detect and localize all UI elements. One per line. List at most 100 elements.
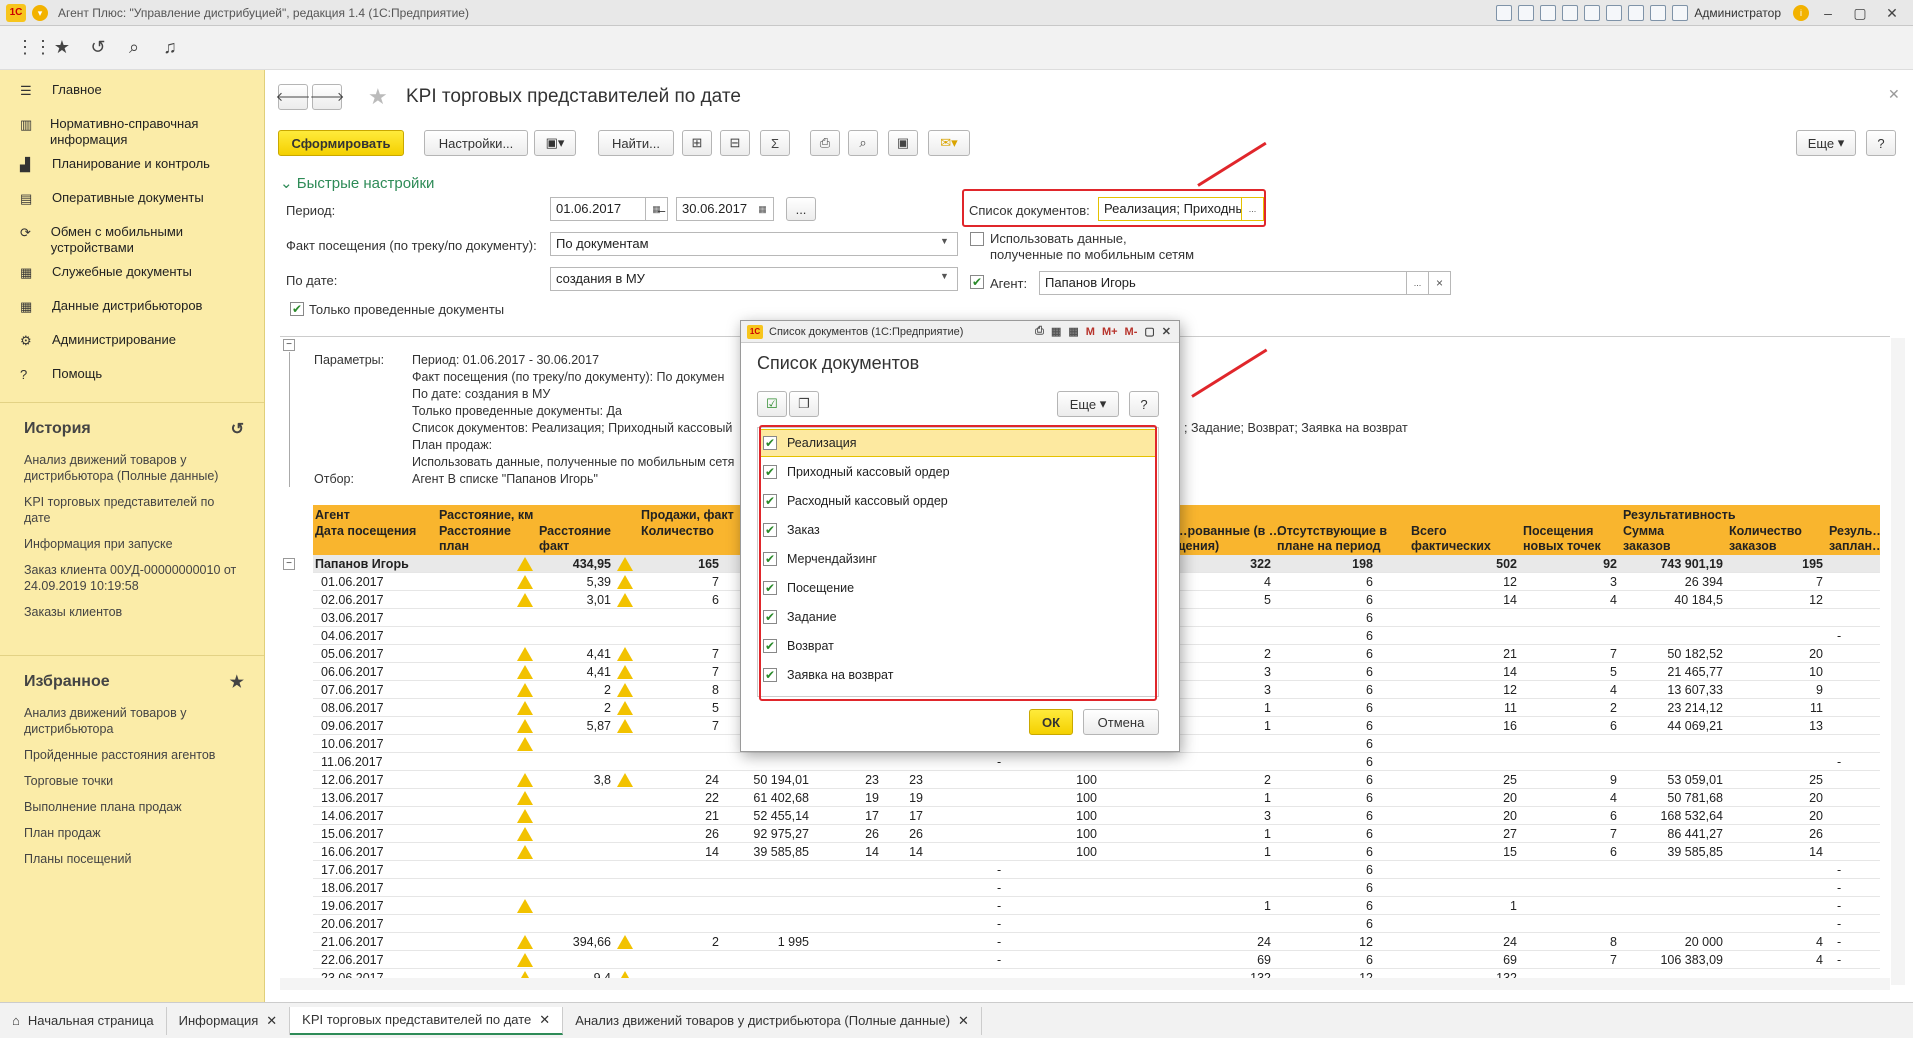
history-link[interactable]: Заказ клиента 00УД-00000000010 от 24.09.… <box>0 557 264 599</box>
history-icon[interactable]: ↺ <box>88 37 108 58</box>
history-link[interactable]: Информация при запуске <box>0 531 264 557</box>
memory-plus-button[interactable]: M+ <box>1102 326 1118 338</box>
table-row[interactable]: 17.06.2017 - 6 - <box>313 861 1880 879</box>
period-select-button[interactable]: ... <box>786 197 816 221</box>
vertical-scrollbar[interactable] <box>1891 338 1905 985</box>
agent-clear-button[interactable]: × <box>1429 271 1451 295</box>
ok-button[interactable]: ОК <box>1029 709 1073 735</box>
sidebar-item-distributors[interactable]: ▦ Данные дистрибьюторов <box>0 294 264 328</box>
close-icon[interactable]: ✕ <box>539 1012 550 1028</box>
sum-button[interactable]: Σ <box>760 130 790 156</box>
help-button[interactable]: ? <box>1866 130 1896 156</box>
agent-select-button[interactable]: ... <box>1407 271 1429 295</box>
mail-icon[interactable] <box>1584 5 1601 21</box>
generate-button[interactable]: Сформировать <box>278 130 404 156</box>
favorite-link[interactable]: Пройденные расстояния агентов <box>0 742 264 768</box>
cancel-button[interactable]: Отмена <box>1083 709 1159 735</box>
uncheck-all-button[interactable]: ❐ <box>789 391 819 417</box>
collapse-groups-button[interactable]: ⊟ <box>720 130 750 156</box>
favorites-star-icon[interactable]: ★ <box>230 672 244 692</box>
maximize-icon[interactable]: ▢ <box>1847 3 1873 23</box>
apps-grid-icon[interactable]: ⋮⋮ <box>16 37 52 58</box>
tab-analysis[interactable]: Анализ движений товаров у дистрибьютора … <box>563 1006 982 1035</box>
panel-icon[interactable] <box>1672 5 1689 21</box>
close-window-icon[interactable]: ✕ <box>1879 3 1905 23</box>
table-row[interactable]: 21.06.2017 394,66 2 1 995-24 12 24 8 20 000 4- <box>313 933 1880 951</box>
table-row[interactable]: 22.06.2017-69 6 69 7 106 383,09 4- <box>313 951 1880 969</box>
close-form-icon[interactable]: ✕ <box>1888 86 1900 103</box>
print-button[interactable]: ⎙ <box>810 130 840 156</box>
memory-minus-button[interactable]: M- <box>1125 326 1138 338</box>
print-icon[interactable] <box>1518 5 1535 21</box>
calendar-icon[interactable]: ▦ <box>752 197 774 221</box>
agent-input[interactable]: Папанов Игорь <box>1039 271 1407 295</box>
history-link[interactable]: Анализ движений товаров у дистрибьютора … <box>0 447 264 489</box>
variant-button[interactable]: ▣▾ <box>534 130 576 156</box>
tab-home[interactable]: ⌂ Начальная страница <box>0 1006 167 1035</box>
close-icon[interactable]: ✕ <box>266 1013 277 1029</box>
preview-button[interactable]: ⌕ <box>848 130 878 156</box>
posted-only-checkbox[interactable]: ✔ <box>290 302 304 316</box>
sidebar-item-service[interactable]: ▦ Служебные документы <box>0 260 264 294</box>
main-menu-icon[interactable]: ▾ <box>32 4 48 21</box>
zoom-icon[interactable] <box>1650 5 1667 21</box>
save-button[interactable]: ▣ <box>888 130 918 156</box>
quick-settings-title[interactable]: ⌄ Быстрые настройки <box>280 174 434 192</box>
find-button[interactable]: Найти... <box>598 130 674 156</box>
collapse-icon[interactable]: − <box>283 558 295 570</box>
chevron-down-icon[interactable]: ▼ <box>940 271 949 281</box>
calculator-icon[interactable] <box>1606 5 1623 21</box>
table-row[interactable]: 19.06.2017 - 1 6 1 - <box>313 897 1880 915</box>
back-button[interactable]: 🡐 <box>276 84 310 110</box>
visit-fact-select[interactable]: По документам <box>550 232 958 256</box>
sidebar-item-operational[interactable]: ▤ Оперативные документы <box>0 186 264 220</box>
tab-info[interactable]: Информация ✕ <box>167 1006 291 1035</box>
table-row[interactable]: 13.06.2017 22 61 402,68 19 19 100 1 6 20 4 50 781,… <box>313 789 1880 807</box>
sidebar-item-planning[interactable]: ▟ Планирование и контроль <box>0 152 264 186</box>
table-row[interactable]: 15.06.2017 26 92 975,27 26 26 100 1 6 27 7 86 441,… <box>313 825 1880 843</box>
preview-icon[interactable] <box>1540 5 1557 21</box>
settings-button[interactable]: Настройки... <box>424 130 528 156</box>
table-row[interactable]: 16.06.2017 14 39 585,85 14 14 100 1 6 15 6 39 585,… <box>313 843 1880 861</box>
history-link[interactable]: KPI торговых представителей по дате <box>0 489 264 531</box>
dialog-help-button[interactable]: ? <box>1129 391 1159 417</box>
horizontal-scrollbar[interactable] <box>280 978 1890 990</box>
calendar-icon[interactable] <box>1628 5 1645 21</box>
table-row[interactable]: 20.06.2017 - 6 - <box>313 915 1880 933</box>
mobile-data-checkbox[interactable] <box>970 232 984 246</box>
search-icon[interactable]: ⌕ <box>124 37 144 58</box>
forward-button[interactable]: 🡒 <box>310 84 344 110</box>
history-link[interactable]: Заказы клиентов <box>0 599 264 625</box>
collapse-icon[interactable]: − <box>283 339 295 351</box>
table-row[interactable]: 11.06.2017 - 6 - <box>313 753 1880 771</box>
calendar-icon[interactable]: ▦ <box>1068 325 1078 338</box>
memory-button[interactable]: M <box>1086 326 1095 338</box>
more-button[interactable]: Еще ▾ <box>1796 130 1856 156</box>
close-icon[interactable]: ✕ <box>958 1013 969 1029</box>
sidebar-item-main[interactable]: ☰ Главное <box>0 78 264 112</box>
tab-kpi[interactable]: KPI торговых представителей по дате ✕ <box>290 1006 564 1035</box>
table-row[interactable]: 14.06.2017 21 52 455,14 17 17 100 3 6 20 6 168 532… <box>313 807 1880 825</box>
close-icon[interactable]: ✕ <box>1162 325 1171 338</box>
info-icon[interactable]: i <box>1793 5 1809 21</box>
favorite-link[interactable]: План продаж <box>0 820 264 846</box>
send-button[interactable]: ✉▾ <box>928 130 970 156</box>
dialog-more-button[interactable]: Еще ▾ <box>1057 391 1119 417</box>
sidebar-item-help[interactable]: ? Помощь <box>0 362 264 396</box>
agent-checkbox[interactable]: ✔ <box>970 275 984 289</box>
bell-icon[interactable]: ♫ <box>160 37 180 58</box>
expand-groups-button[interactable]: ⊞ <box>682 130 712 156</box>
date-from-input[interactable]: 01.06.2017 <box>550 197 646 221</box>
user-name[interactable]: Администратор <box>1694 6 1781 20</box>
send-icon[interactable] <box>1562 5 1579 21</box>
sidebar-item-reference[interactable]: ▥ Нормативно-справочная информация <box>0 112 264 152</box>
chevron-down-icon[interactable]: ▼ <box>940 236 949 246</box>
maximize-icon[interactable]: ▢ <box>1144 325 1154 338</box>
by-date-select[interactable]: создания в МУ <box>550 267 958 291</box>
favorite-link[interactable]: Анализ движений товаров у дистрибьютора <box>0 700 264 742</box>
calculator-icon[interactable]: ▦ <box>1051 325 1061 338</box>
favorite-star-icon[interactable]: ★ <box>368 84 388 110</box>
table-row[interactable]: 12.06.2017 3,8 24 50 194,01 23 23 100 2 6 25 9 53 0… <box>313 771 1880 789</box>
sidebar-item-exchange[interactable]: ⟳ Обмен с мобильными устройствами <box>0 220 264 260</box>
favorite-link[interactable]: Планы посещений <box>0 846 264 872</box>
